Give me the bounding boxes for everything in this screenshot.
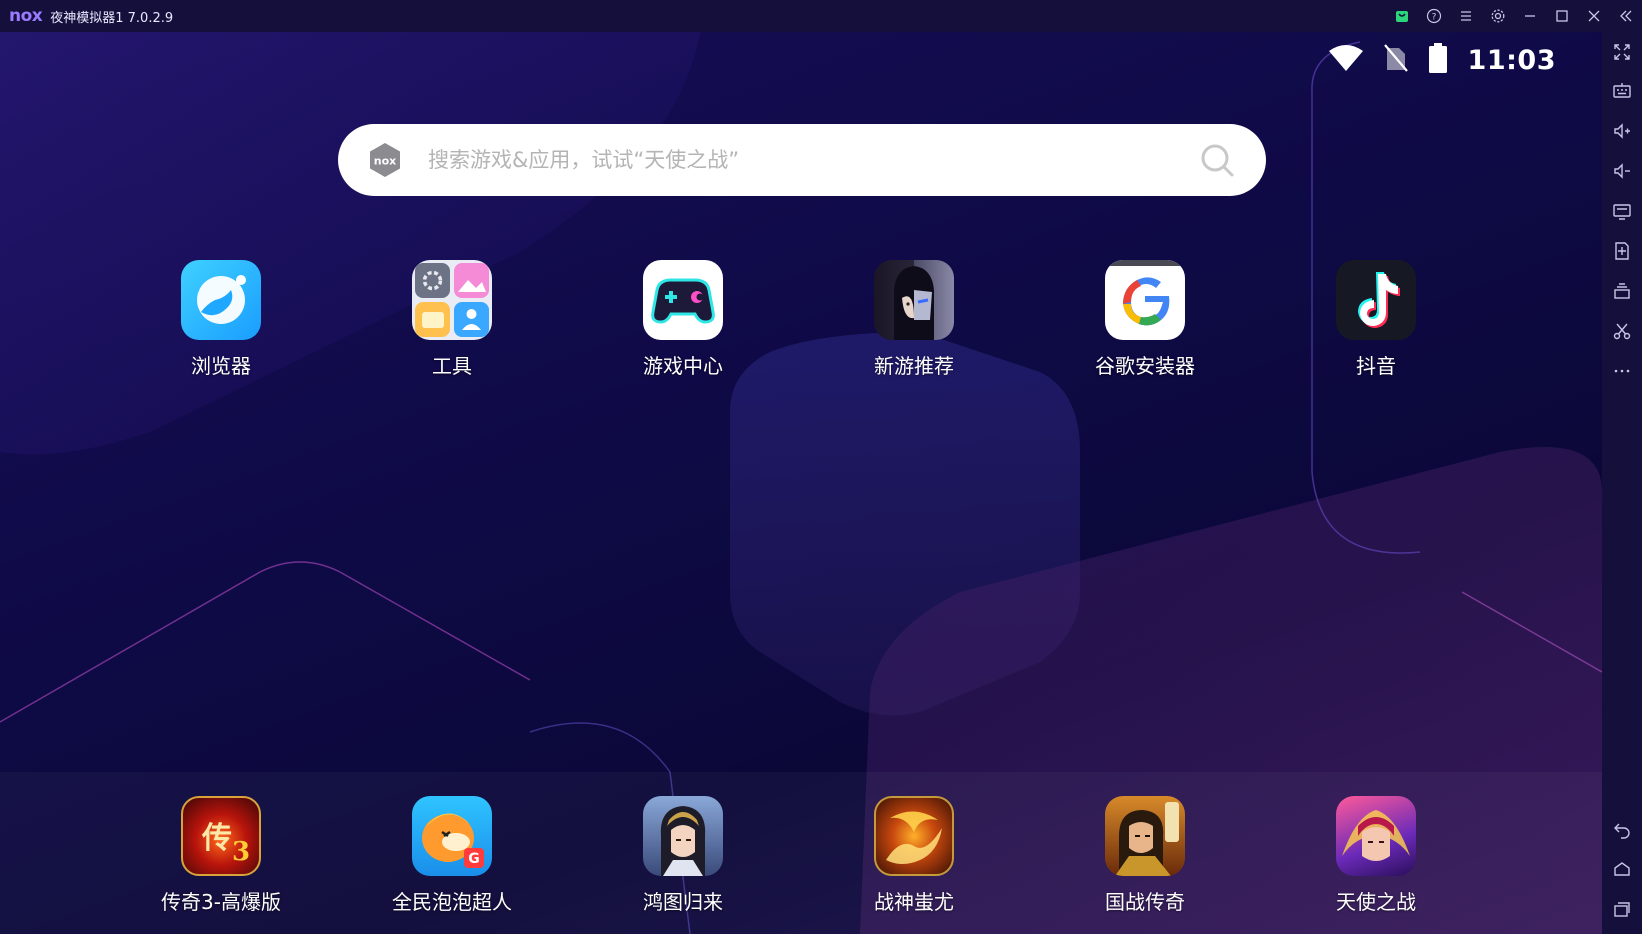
app-chiyou[interactable]: 战神蚩尤 (834, 796, 994, 915)
search-icon[interactable] (1198, 141, 1236, 179)
menu-icon[interactable] (1450, 0, 1482, 32)
window-title: 夜神模拟器1 7.0.2.9 (50, 10, 174, 26)
app-browser[interactable]: 浏览器 (141, 260, 301, 379)
chiyou-icon (874, 796, 954, 876)
app-label: 游戏中心 (643, 354, 723, 378)
app-label: 全民泡泡超人 (392, 890, 512, 914)
home-icon[interactable] (1602, 852, 1642, 886)
app-label: 战神蚩尤 (874, 890, 954, 914)
legend3-icon: 传 3 (181, 796, 261, 876)
status-clock: 11:03 (1467, 44, 1556, 76)
app-angel-war[interactable]: 天使之战 (1296, 796, 1456, 915)
help-icon[interactable]: ? (1418, 0, 1450, 32)
close-icon[interactable] (1578, 0, 1610, 32)
minimize-icon[interactable] (1514, 0, 1546, 32)
screen-icon[interactable] (1602, 194, 1642, 228)
svg-text:传: 传 (201, 821, 232, 856)
app-label: 鸿图归来 (643, 890, 723, 914)
volume-up-icon[interactable] (1602, 114, 1642, 148)
settings-icon[interactable] (1482, 0, 1514, 32)
app-guozhan[interactable]: 国战传奇 (1065, 796, 1225, 915)
status-bar: 11:03 (1328, 40, 1556, 80)
bubble-hero-icon: G (412, 796, 492, 876)
app-bubble-hero[interactable]: G 全民泡泡超人 (372, 796, 532, 915)
search-bar[interactable]: nox (338, 124, 1266, 196)
app-legend3[interactable]: 传 3 传奇3-高爆版 (141, 796, 301, 915)
shopping-bag-icon[interactable] (1386, 0, 1418, 32)
more-icon[interactable] (1602, 354, 1642, 388)
svg-text:3: 3 (232, 837, 250, 867)
app-label: 国战传奇 (1105, 890, 1185, 914)
back-icon[interactable] (1602, 812, 1642, 846)
browser-icon (181, 260, 261, 340)
guozhan-icon (1105, 796, 1185, 876)
svg-text:nox: nox (374, 155, 396, 168)
window-controls: ? (1386, 0, 1642, 32)
keyboard-icon[interactable] (1602, 74, 1642, 108)
search-input[interactable] (426, 147, 1198, 173)
svg-text:G: G (468, 851, 480, 867)
app-tools-folder[interactable]: 工具 (372, 260, 532, 379)
add-apk-icon[interactable] (1602, 234, 1642, 268)
collapse-sidebar-icon[interactable] (1610, 0, 1642, 32)
app-game-center[interactable]: 游戏中心 (603, 260, 763, 379)
svg-text:?: ? (1432, 13, 1437, 23)
nox-search-logo-icon: nox (370, 143, 400, 177)
scissors-icon[interactable] (1602, 314, 1642, 348)
new-games-icon (874, 260, 954, 340)
fullscreen-icon[interactable] (1602, 35, 1642, 69)
app-new-games[interactable]: 新游推荐 (834, 260, 994, 379)
tools-folder-icon (412, 260, 492, 340)
app-label: 抖音 (1356, 354, 1396, 378)
emulator-sidebar (1602, 32, 1642, 934)
app-douyin[interactable]: 抖音 (1296, 260, 1456, 379)
android-home-screen: 11:03 nox 浏览器 (0, 32, 1602, 934)
wifi-icon (1328, 44, 1364, 76)
app-label: 谷歌安装器 (1095, 354, 1195, 378)
battery-icon (1428, 43, 1448, 77)
app-label: 天使之战 (1336, 890, 1416, 914)
app-label: 新游推荐 (874, 354, 954, 378)
app-label: 传奇3-高爆版 (161, 890, 281, 914)
angel-war-icon (1336, 796, 1416, 876)
app-label: 浏览器 (191, 354, 251, 378)
app-label: 工具 (432, 354, 472, 378)
maximize-icon[interactable] (1546, 0, 1578, 32)
app-google-installer[interactable]: 谷歌安装器 (1065, 260, 1225, 379)
google-installer-icon (1105, 260, 1185, 340)
no-sim-icon (1383, 44, 1408, 76)
recent-apps-icon[interactable] (1602, 892, 1642, 926)
nox-logo: nox (9, 6, 43, 26)
volume-down-icon[interactable] (1602, 154, 1642, 188)
title-bar: nox 夜神模拟器1 7.0.2.9 ? (0, 0, 1642, 32)
game-center-icon (643, 260, 723, 340)
douyin-icon (1336, 260, 1416, 340)
app-hongtu[interactable]: 鸿图归来 (603, 796, 763, 915)
multi-instance-icon[interactable] (1602, 274, 1642, 308)
hongtu-icon (643, 796, 723, 876)
